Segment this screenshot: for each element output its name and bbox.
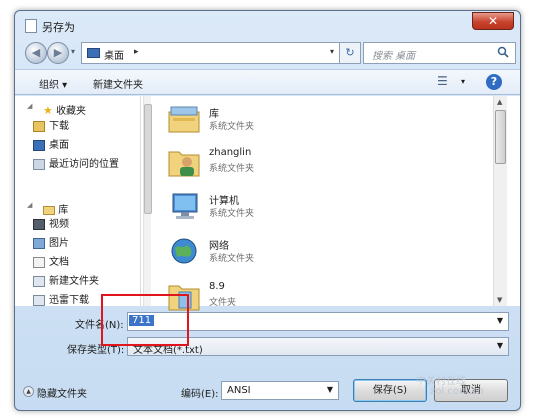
hide-folders-button[interactable]: ▲ 隐藏文件夹 — [23, 385, 87, 400]
scrollbar-thumb[interactable] — [144, 104, 152, 214]
sidebar-item-pictures[interactable]: 图片 — [33, 236, 69, 252]
downloads-folder-icon — [33, 121, 45, 132]
sidebar-item-label: 迅雷下载 — [49, 295, 89, 306]
navigation-pane: ◢ ★ 收藏夹 下载 桌面 最近访问的位置 ◢ 库 视频 图片 文档 新建文件夹… — [15, 96, 141, 306]
view-dropdown-icon[interactable]: ▾ — [461, 77, 465, 86]
annotation-highlight-box — [101, 294, 189, 346]
libraries-icon — [43, 205, 55, 215]
sidebar-item-label: 视频 — [49, 219, 69, 230]
close-button[interactable]: ✕ — [472, 12, 514, 30]
sidebar-item-label: 下载 — [49, 121, 69, 132]
chevron-down-icon[interactable]: ▼ — [497, 316, 503, 325]
network-icon — [171, 238, 197, 264]
command-toolbar: 组织 ▾ 新建文件夹 ☰ ▾ ? — [15, 69, 520, 95]
sidebar-item-videos[interactable]: 视频 — [33, 217, 69, 233]
sidebar-item-documents[interactable]: 文档 — [33, 255, 69, 271]
breadcrumb-arrow-icon[interactable]: ▸ — [134, 47, 139, 57]
new-folder-button[interactable]: 新建文件夹 — [93, 76, 143, 91]
title-bar: 另存为 ✕ — [15, 11, 520, 41]
help-button[interactable]: ? — [486, 74, 502, 90]
sidebar-item-new-folder[interactable]: 新建文件夹 — [33, 274, 99, 290]
libraries-label: 库 — [58, 205, 69, 216]
sidebar-item-label: 最近访问的位置 — [49, 159, 119, 170]
item-name: 计算机 — [209, 196, 239, 207]
hide-folders-label: 隐藏文件夹 — [37, 389, 87, 400]
window-title: 另存为 — [42, 21, 75, 34]
back-button[interactable]: ◀ — [25, 42, 47, 64]
encoding-label: 编码(E): — [181, 389, 219, 400]
organize-menu-button[interactable]: 组织 ▾ — [39, 76, 67, 91]
user-folder-icon — [168, 151, 200, 177]
sidebar-item-label: 文档 — [49, 257, 69, 268]
search-placeholder: 搜索 桌面 — [372, 51, 416, 62]
item-name: zhanglin — [209, 147, 252, 158]
notepad-icon — [25, 19, 37, 33]
item-type: 系统文件夹 — [209, 164, 255, 174]
pictures-icon — [33, 238, 45, 249]
sidebar-item-label: 新建文件夹 — [49, 276, 99, 287]
item-name: 8.9 — [209, 281, 225, 292]
sidebar-item-desktop[interactable]: 桌面 — [33, 138, 69, 154]
desktop-icon — [33, 140, 45, 151]
computer-icon — [172, 193, 198, 219]
view-options-icon[interactable]: ☰ — [437, 74, 448, 88]
chevron-down-icon[interactable]: ▼ — [327, 385, 333, 394]
save-as-dialog: 另存为 ✕ ◀ ▶ ▾ 桌面 ▸ ▾ ↻ 搜索 桌面 组织 ▾ 新建文件夹 ☰ … — [14, 10, 521, 411]
file-list-scrollbar[interactable]: ▲ ▼ — [493, 96, 507, 306]
file-list: 库 系统文件夹 zhanglin 系统文件夹 计算机 系统文件夹 网络 系统文件… — [155, 96, 507, 311]
chevron-down-icon[interactable]: ▼ — [497, 341, 503, 350]
history-dropdown-icon[interactable]: ▾ — [71, 47, 75, 56]
scroll-up-icon[interactable]: ▲ — [497, 98, 502, 106]
sidebar-item-downloads[interactable]: 下载 — [33, 119, 69, 135]
scroll-down-icon[interactable]: ▼ — [497, 296, 502, 304]
recent-places-icon — [33, 159, 45, 170]
refresh-button[interactable]: ↻ — [339, 42, 361, 64]
documents-icon — [33, 257, 45, 268]
sidebar-item-recent-places[interactable]: 最近访问的位置 — [33, 157, 119, 173]
sidebar-item-label: 图片 — [49, 238, 69, 249]
encoding-select[interactable]: ANSI ▼ — [221, 381, 339, 400]
collapse-icon[interactable]: ◢ — [27, 102, 32, 110]
forward-button[interactable]: ▶ — [47, 42, 69, 64]
libraries-group[interactable]: ◢ 库 — [27, 201, 69, 216]
address-location[interactable]: 桌面 — [104, 47, 124, 62]
sidebar-item-label: 桌面 — [49, 140, 69, 151]
search-input[interactable]: 搜索 桌面 — [363, 42, 516, 64]
navigation-bar: ◀ ▶ ▾ 桌面 ▸ ▾ ↻ 搜索 桌面 — [19, 39, 516, 67]
library-icon — [168, 106, 200, 133]
encoding-value: ANSI — [227, 385, 251, 396]
scrollbar-thumb[interactable] — [495, 110, 506, 164]
item-type: 系统文件夹 — [209, 122, 255, 132]
video-icon — [33, 219, 45, 230]
search-icon[interactable] — [497, 46, 509, 61]
content-area: ◢ ★ 收藏夹 下载 桌面 最近访问的位置 ◢ 库 视频 图片 文档 新建文件夹… — [15, 96, 520, 311]
item-type: 系统文件夹 — [209, 209, 255, 219]
item-type: 系统文件夹 — [209, 254, 255, 264]
address-dropdown-icon[interactable]: ▾ — [330, 47, 334, 56]
chevron-up-icon[interactable]: ▲ — [23, 386, 34, 397]
watermark-text: 中关村在线 — [416, 376, 466, 387]
item-name: 库 — [209, 109, 219, 120]
collapse-icon[interactable]: ◢ — [27, 201, 32, 209]
library-folder-icon — [33, 276, 45, 287]
desktop-icon — [87, 48, 100, 58]
favorites-label: 收藏夹 — [56, 106, 87, 117]
watermark-url: zol.com.cn — [430, 386, 484, 397]
item-name: 网络 — [209, 241, 229, 252]
star-icon: ★ — [43, 104, 53, 117]
navigation-pane-scrollbar[interactable] — [143, 96, 152, 306]
library-folder-icon — [33, 295, 45, 306]
address-bar[interactable]: 桌面 ▸ ▾ — [81, 42, 341, 64]
favorites-group[interactable]: ◢ ★ 收藏夹 — [27, 102, 87, 117]
